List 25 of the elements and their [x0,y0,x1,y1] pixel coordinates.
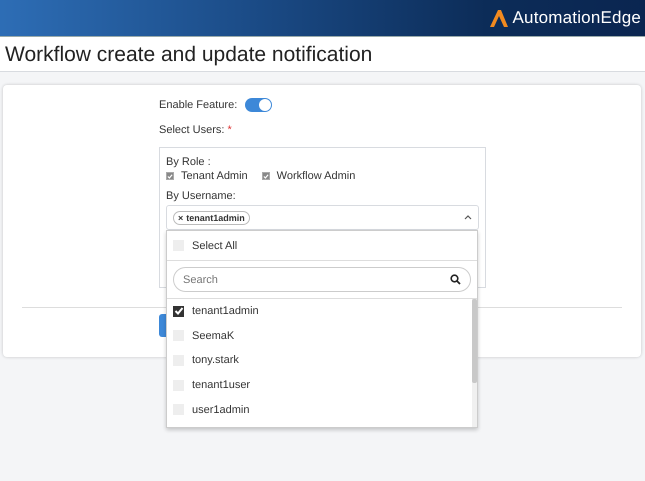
field-label: Select Users: * [159,124,233,136]
tag-label: tenant1admin [186,212,245,222]
section-label: By Username: [166,190,237,202]
checkbox-label: Workflow Admin [276,170,356,182]
option-label[interactable]: SeemaK [192,330,234,342]
field-label: Enable Feature: [159,99,238,111]
option-label[interactable]: tenant1user [192,379,250,392]
checkbox[interactable] [173,306,184,317]
search-field[interactable]: Search [173,267,471,292]
option-label[interactable]: Select All [192,240,238,252]
option-label[interactable]: user1admin [192,404,250,416]
option-label[interactable]: tenant1admin [192,305,259,318]
logo-icon [488,8,510,28]
toggle-switch[interactable] [245,98,272,112]
scrollbar[interactable] [472,299,477,427]
checkbox-label: Tenant Admin [181,170,248,182]
search-icon[interactable] [450,274,461,285]
option-label[interactable]: tony.stark [192,354,239,366]
checkbox[interactable] [262,172,270,180]
remove-button[interactable]: × [178,212,184,222]
page-title: Workflow create and update notification [5,43,374,67]
caret-icon[interactable] [464,215,472,220]
checkbox[interactable] [166,172,174,180]
section-label: By Role : [166,156,212,168]
logo-text: AutomationEdge [512,8,641,28]
